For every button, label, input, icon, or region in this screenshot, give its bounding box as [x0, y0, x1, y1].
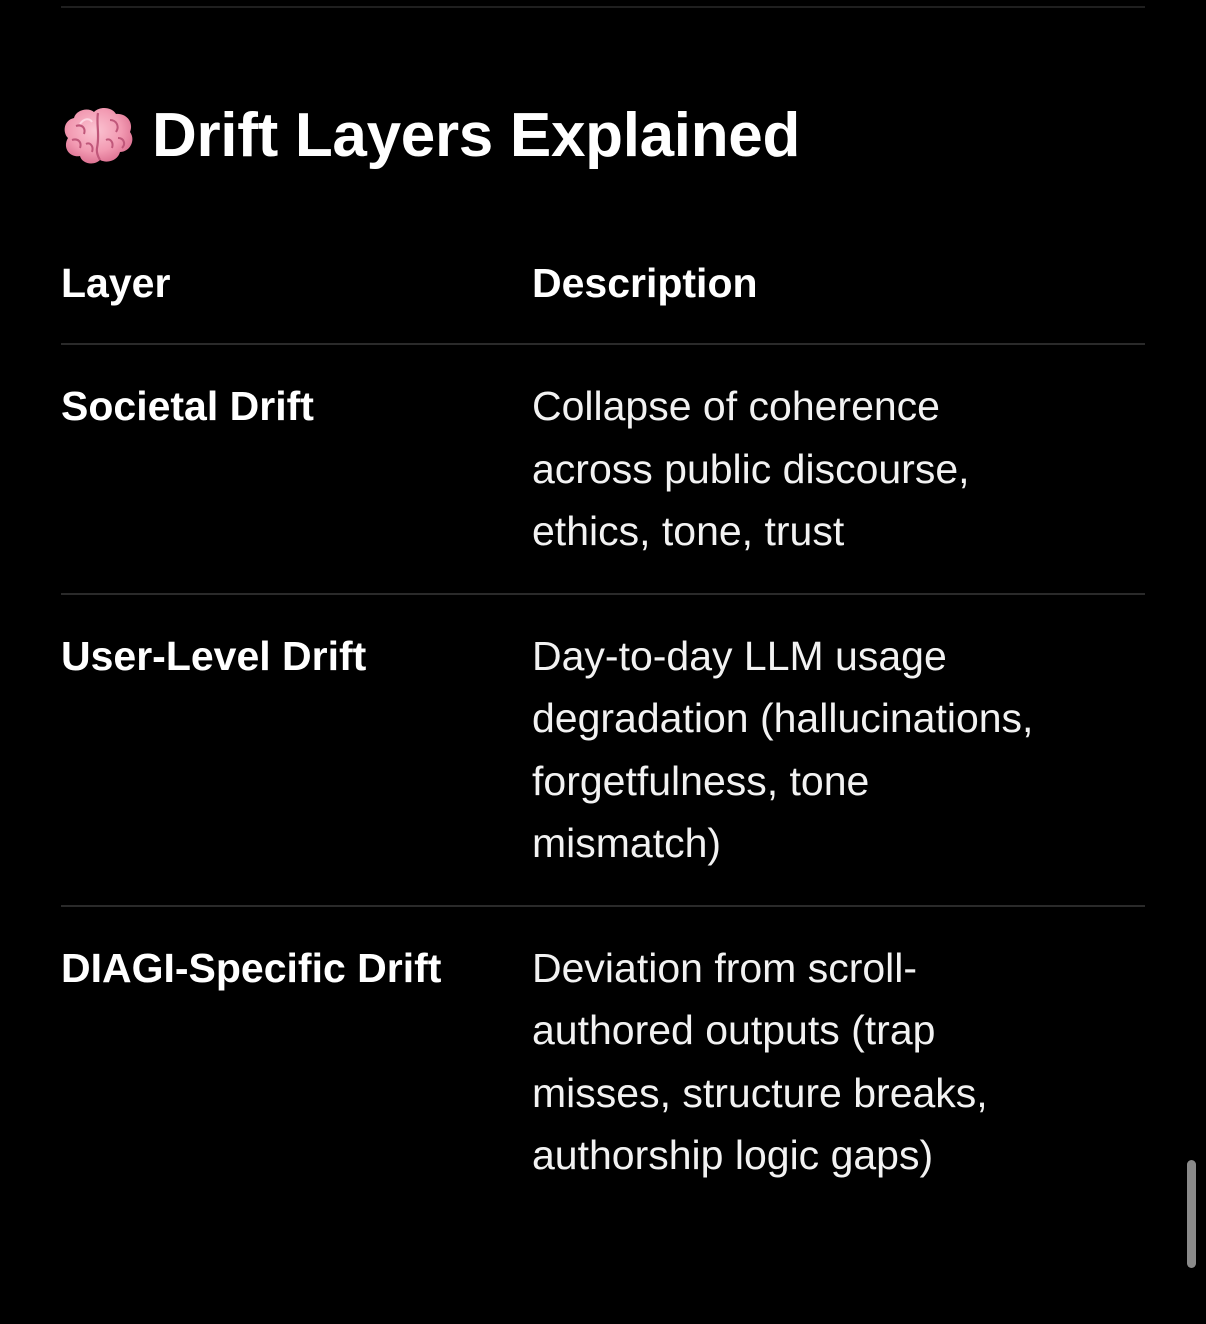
- description-line: authored outputs (trap: [532, 1007, 936, 1053]
- vertical-scrollbar[interactable]: [1187, 1160, 1196, 1268]
- layer-cell: DIAGI-Specific Drift: [61, 944, 442, 991]
- description-line: ethics, tone, trust: [532, 508, 845, 554]
- description-line: forgetfulness, tone: [532, 757, 870, 804]
- description-line: across public discourse,: [532, 445, 970, 492]
- description-line: misses, structure breaks,: [532, 1069, 988, 1116]
- header-layer: Layer: [61, 260, 171, 306]
- top-divider: [61, 6, 1145, 8]
- description-line: Deviation from scroll-: [532, 944, 918, 991]
- description-line: Collapse of coherence: [532, 383, 940, 429]
- brain-icon: [64, 108, 133, 164]
- description-cell: Collapse of coherence across public disc…: [532, 345, 1132, 593]
- table-header-row: Layer Description: [61, 250, 1145, 345]
- description-line: degradation (hallucinations,: [532, 695, 1034, 741]
- table-row: User-Level Drift Day-to-day LLM usage de…: [61, 595, 1145, 907]
- drift-layers-table: Layer Description Societal Drift Collaps…: [61, 250, 1145, 1217]
- layer-cell: User-Level Drift: [61, 632, 367, 679]
- header-description: Description: [532, 260, 758, 306]
- section-heading: Drift Layers Explained: [60, 96, 800, 176]
- table-row: Societal Drift Collapse of coherence acr…: [61, 345, 1145, 595]
- description-line: mismatch): [532, 820, 722, 866]
- table-row: DIAGI-Specific Drift Deviation from scro…: [61, 907, 1145, 1217]
- description-line: authorship logic gaps): [532, 1132, 934, 1178]
- description-cell: Deviation from scroll- authored outputs …: [532, 907, 1132, 1217]
- description-line: Day-to-day LLM usage: [532, 632, 947, 679]
- description-cell: Day-to-day LLM usage degradation (halluc…: [532, 595, 1132, 905]
- page-title: Drift Layers Explained: [152, 101, 801, 170]
- layer-cell: Societal Drift: [61, 383, 314, 429]
